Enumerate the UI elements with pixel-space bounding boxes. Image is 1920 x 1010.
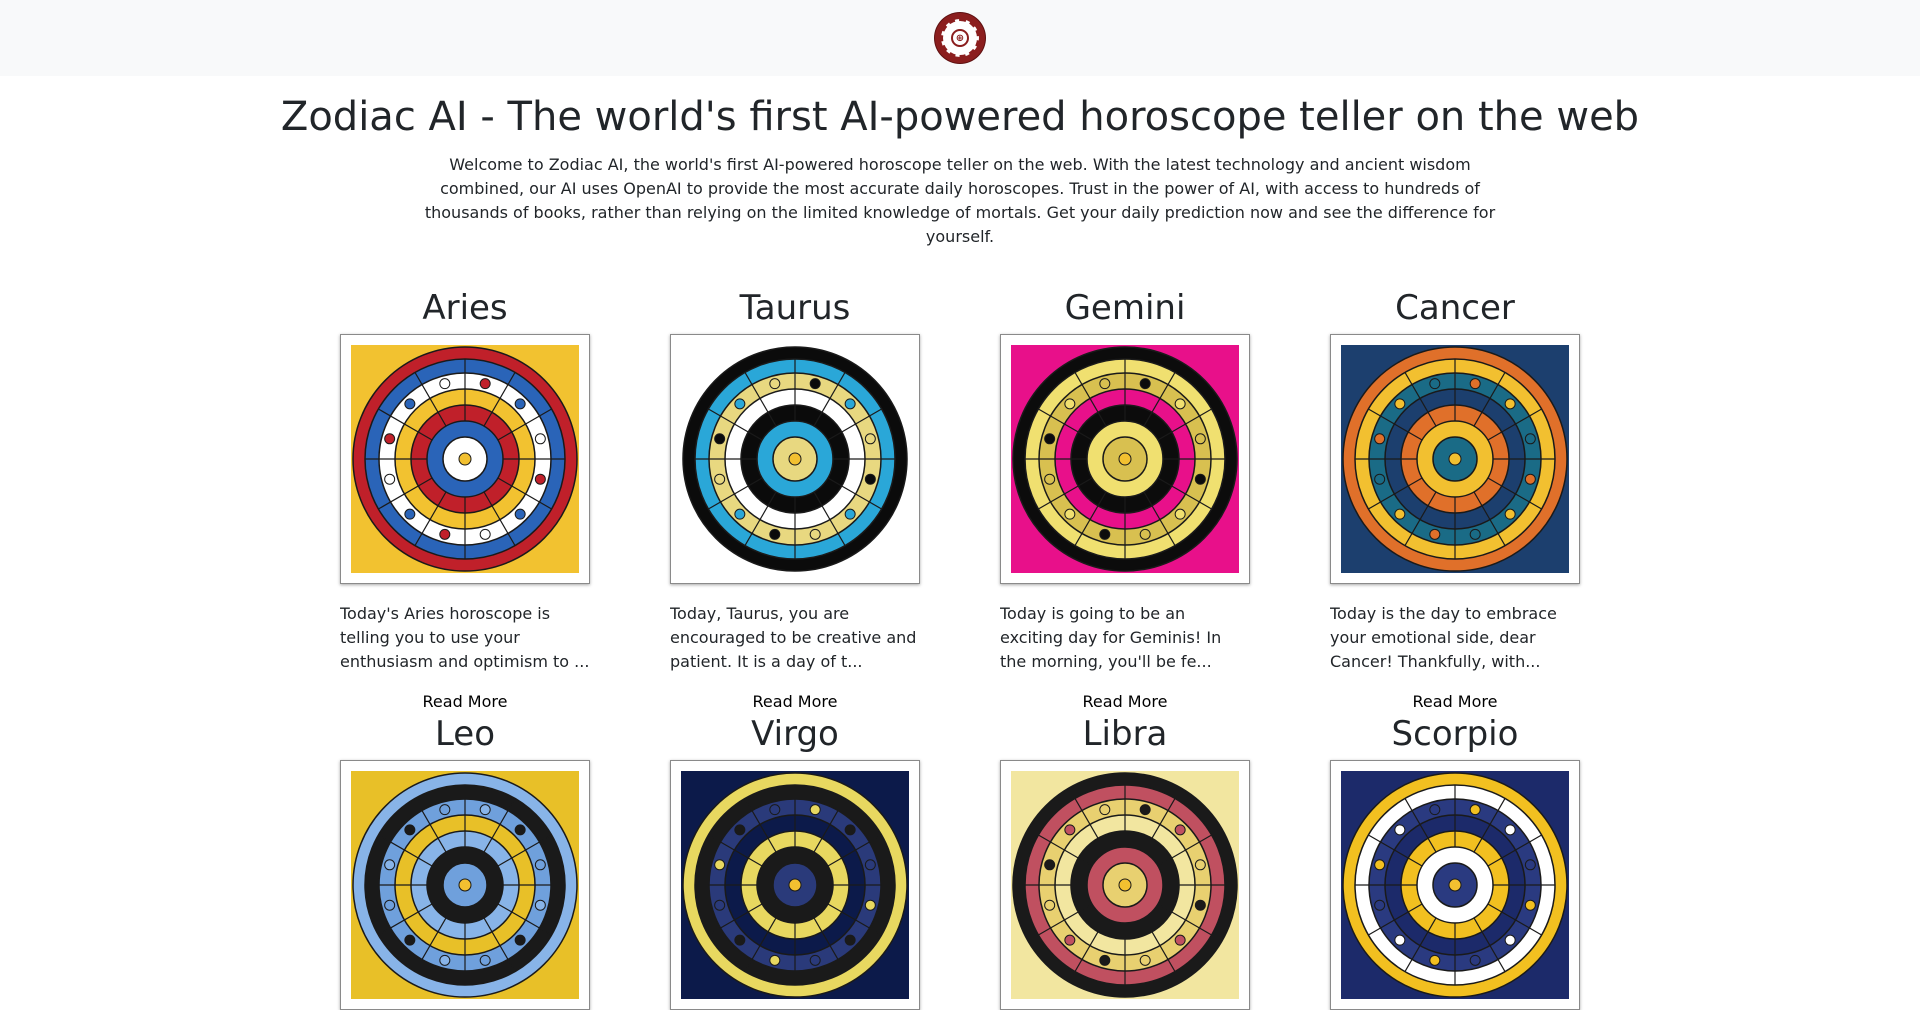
zodiac-wheel-image xyxy=(1341,771,1569,999)
zodiac-card-virgo: Virgo xyxy=(670,710,920,1010)
zodiac-title: Virgo xyxy=(751,714,839,754)
zodiac-title: Libra xyxy=(1082,714,1168,754)
zodiac-image-frame[interactable] xyxy=(340,334,590,584)
zodiac-excerpt: Today, Taurus, you are encouraged to be … xyxy=(670,604,917,671)
zodiac-card-libra: Libra xyxy=(1000,710,1250,1010)
zodiac-title: Taurus xyxy=(739,288,851,328)
zodiac-title: Aries xyxy=(422,288,508,328)
zodiac-image-frame[interactable] xyxy=(340,760,590,1010)
zodiac-title: Leo xyxy=(434,714,496,754)
zodiac-title: Cancer xyxy=(1395,288,1515,328)
zodiac-wheel-image xyxy=(351,771,579,999)
zodiac-excerpt: Today is the day to embrace your emotion… xyxy=(1330,604,1557,671)
page-title: Zodiac AI - The world's first AI-powered… xyxy=(280,94,1640,140)
zodiac-title: Gemini xyxy=(1064,288,1186,328)
logo-ring: ⊕ xyxy=(941,19,979,57)
zodiac-card-cancer: Cancer Today is the day to embrace your e… xyxy=(1330,284,1580,714)
hero-section: Zodiac AI - The world's first AI-powered… xyxy=(0,76,1920,249)
zodiac-logo-icon[interactable]: ⊕ xyxy=(935,13,985,63)
zodiac-wheel-image xyxy=(681,771,909,999)
zodiac-wheel-image xyxy=(1341,345,1569,573)
zodiac-card-taurus: Taurus Today, Taurus, you are encouraged … xyxy=(670,284,920,714)
zodiac-card-gemini: Gemini Today is going to be an exciting d… xyxy=(1000,284,1250,714)
zodiac-image-frame[interactable] xyxy=(1330,334,1580,584)
top-navbar: ⊕ xyxy=(0,0,1920,76)
zodiac-image-frame[interactable] xyxy=(1000,760,1250,1010)
zodiac-wheel-image xyxy=(681,345,909,573)
zodiac-excerpt: Today is going to be an exciting day for… xyxy=(1000,604,1222,671)
zodiac-image-frame[interactable] xyxy=(670,760,920,1010)
zodiac-card-aries: Aries Today's Aries horoscope is telling … xyxy=(340,284,590,714)
zodiac-wheel-image xyxy=(1011,345,1239,573)
zodiac-image-frame[interactable] xyxy=(1000,334,1250,584)
zodiac-card-scorpio: Scorpio xyxy=(1330,710,1580,1010)
intro-text: Welcome to Zodiac AI, the world's first … xyxy=(424,155,1496,246)
zodiac-card-leo: Leo xyxy=(340,710,590,1010)
zodiac-wheel-image xyxy=(351,345,579,573)
zodiac-wheel-image xyxy=(1011,771,1239,999)
zodiac-image-frame[interactable] xyxy=(1330,760,1580,1010)
zodiac-title: Scorpio xyxy=(1391,714,1519,754)
logo-core: ⊕ xyxy=(951,29,969,47)
zodiac-image-frame[interactable] xyxy=(670,334,920,584)
zodiac-excerpt: Today's Aries horoscope is telling you t… xyxy=(340,604,590,671)
